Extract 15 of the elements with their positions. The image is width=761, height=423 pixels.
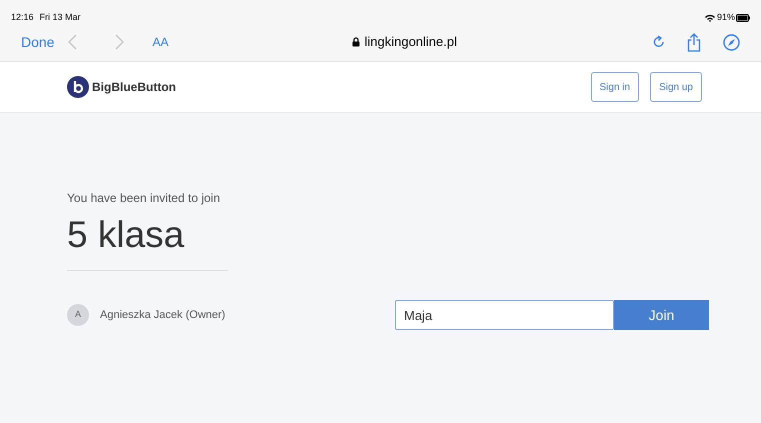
status-time: 12:16 <box>11 11 34 24</box>
sign-up-button[interactable]: Sign up <box>650 72 702 102</box>
text-size-button[interactable]: AA <box>152 33 168 51</box>
status-date: Fri 13 Mar <box>40 11 81 24</box>
battery-percent: 91% <box>716 11 735 24</box>
url-text[interactable]: lingkingonline.pl <box>364 32 457 52</box>
invite-text: You have been invited to join <box>67 190 222 207</box>
name-field[interactable]: Maja <box>395 300 614 330</box>
owner-avatar: A <box>67 304 89 326</box>
owner-name: Agnieszka Jacek (Owner) <box>100 308 226 323</box>
room-name: 5 klasa <box>67 213 186 257</box>
join-button[interactable]: Join <box>614 300 709 330</box>
sign-in-button[interactable]: Sign in <box>590 72 640 102</box>
done-button[interactable]: Done <box>21 32 54 52</box>
logo-text: BigBlueButton <box>92 79 176 96</box>
